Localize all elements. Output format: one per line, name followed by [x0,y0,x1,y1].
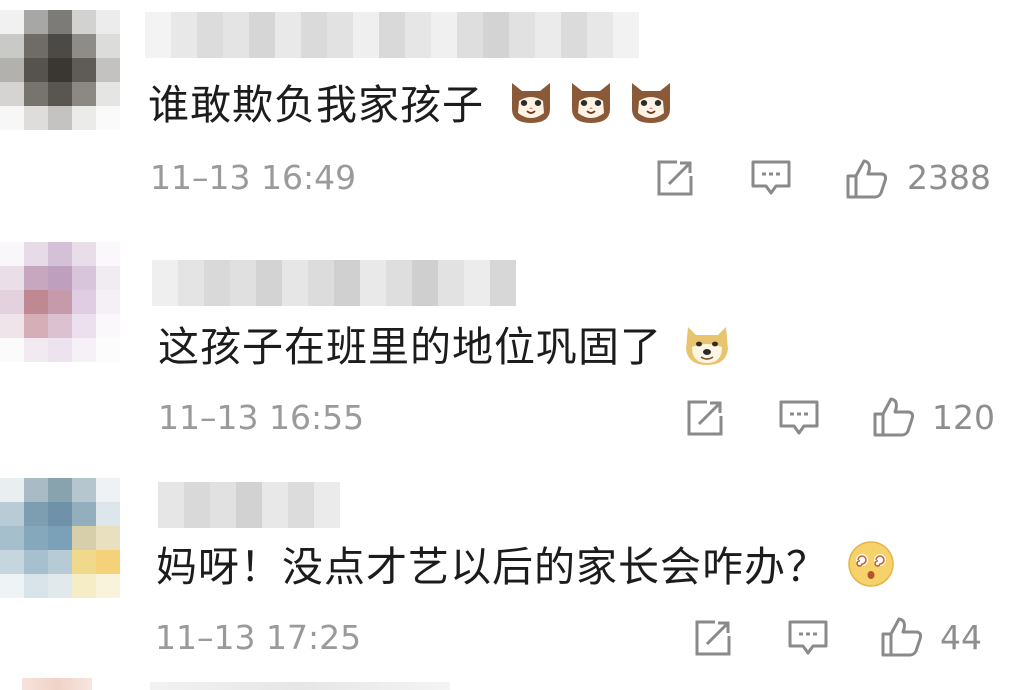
share-icon [695,620,731,656]
dizzy-face-icon [848,541,894,587]
share-button[interactable] [685,398,725,438]
like-count: 2388 [907,158,991,197]
username-blurred[interactable] [152,260,516,306]
share-button[interactable] [655,158,695,198]
comment-timestamp: 11–13 17:25 [155,618,362,657]
comment-text: 谁敢欺负我家孩子 [148,80,676,133]
cat-face-icon [632,83,671,123]
cat-face-icon [572,83,611,123]
like-button[interactable] [845,158,889,200]
comment-icon [788,620,828,655]
like-button[interactable] [880,616,924,658]
reply-button[interactable] [787,618,829,658]
thumbs-up-icon [873,397,915,437]
comment-icon [751,160,791,195]
cat-face-icon [512,83,551,123]
doge-face-icon [686,327,729,365]
avatar[interactable] [0,10,120,130]
share-icon [687,400,723,436]
thumbs-up-icon [881,617,923,657]
reply-button[interactable] [750,158,792,198]
share-button[interactable] [693,618,733,658]
avatar[interactable] [0,478,120,598]
comment-text-content: 谁敢欺负我家孩子 [148,81,484,129]
comment-icon [779,400,819,435]
reply-button[interactable] [778,398,820,438]
like-count: 120 [932,398,995,437]
comment-timestamp: 11–13 16:49 [150,158,357,197]
comment-text: 这孩子在班里的地位巩固了 [158,322,732,375]
share-icon [657,160,693,196]
comment-text-content: 这孩子在班里的地位巩固了 [158,323,662,371]
comment-timestamp: 11–13 16:55 [158,398,365,437]
like-count: 44 [940,618,982,657]
comment-text: 妈呀！没点才艺以后的家长会咋办？ [156,541,896,595]
like-button[interactable] [872,396,916,438]
next-comment-username-partial [150,682,450,690]
username-blurred[interactable] [158,482,340,528]
next-comment-avatar-partial [22,678,92,690]
username-blurred[interactable] [145,12,639,58]
comment-item-1: 谁敢欺负我家孩子 11–13 16:49 2388 [0,0,1021,230]
avatar[interactable] [0,242,120,362]
comment-text-content: 妈呀！没点才艺以后的家长会咋办？ [156,543,828,591]
comment-item-2: 这孩子在班里的地位巩固了 11–13 16:55 120 [0,230,1021,460]
thumbs-up-icon [846,159,888,199]
comment-item-3: 妈呀！没点才艺以后的家长会咋办？ 11–13 17:25 44 [0,460,1021,690]
